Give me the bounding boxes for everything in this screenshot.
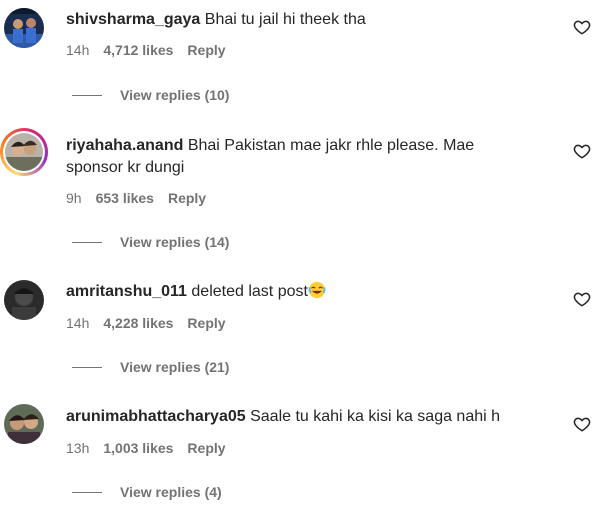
comment-username[interactable]: riyahaha.anand: [66, 137, 183, 154]
comment-likes[interactable]: 4,228 likes: [103, 315, 173, 331]
reply-button[interactable]: Reply: [168, 190, 206, 206]
view-replies-button[interactable]: View replies (4): [72, 484, 222, 500]
comment-likes[interactable]: 4,712 likes: [103, 42, 173, 58]
comment-time: 13h: [66, 440, 90, 456]
comment-text: amritanshu_011 deleted last post: [66, 281, 526, 303]
avatar-image: [5, 133, 43, 171]
reply-button[interactable]: Reply: [187, 42, 225, 58]
comment-meta: 14h 4,228 likes Reply: [66, 315, 240, 331]
view-replies-label: View replies (10): [120, 87, 230, 103]
comment-meta: 14h 4,712 likes Reply: [66, 42, 240, 58]
comment-meta: 9h 653 likes Reply: [66, 190, 220, 206]
avatar[interactable]: [4, 280, 44, 320]
heart-outline-icon[interactable]: [573, 415, 591, 433]
reply-button[interactable]: Reply: [187, 315, 225, 331]
view-replies-button[interactable]: View replies (14): [72, 234, 229, 250]
comment-time: 9h: [66, 190, 82, 206]
heart-outline-icon[interactable]: [573, 18, 591, 36]
view-replies-label: View replies (21): [120, 359, 230, 375]
comment-body: Saale tu kahi ka kisi ka saga nahi h: [250, 408, 501, 425]
comment-likes[interactable]: 653 likes: [96, 190, 154, 206]
avatar[interactable]: [4, 404, 44, 444]
comment-username[interactable]: arunimabhattacharya05: [66, 408, 246, 425]
view-replies-button[interactable]: View replies (10): [72, 87, 229, 103]
comment-body: deleted last post: [191, 283, 308, 300]
divider-line: [72, 241, 102, 243]
view-replies-label: View replies (4): [120, 484, 222, 500]
comment-text: shivsharma_gaya Bhai tu jail hi theek th…: [66, 9, 526, 31]
heart-outline-icon[interactable]: [573, 142, 591, 160]
comment-time: 14h: [66, 42, 90, 58]
view-replies-label: View replies (14): [120, 234, 230, 250]
comment-body: Bhai tu jail hi theek tha: [204, 11, 366, 28]
comment-meta: 13h 1,003 likes Reply: [66, 440, 240, 456]
divider-line: [72, 94, 102, 96]
divider-line: [72, 366, 102, 368]
heart-outline-icon[interactable]: [573, 290, 591, 308]
laughing-emoji-icon: [308, 281, 326, 299]
story-ring: [3, 131, 45, 173]
comment-username[interactable]: amritanshu_011: [66, 283, 187, 300]
view-replies-button[interactable]: View replies (21): [72, 359, 229, 375]
comment-text: arunimabhattacharya05 Saale tu kahi ka k…: [66, 406, 526, 428]
reply-button[interactable]: Reply: [187, 440, 225, 456]
comment-time: 14h: [66, 315, 90, 331]
comment-text: riyahaha.anand Bhai Pakistan mae jakr rh…: [66, 135, 526, 179]
divider-line: [72, 491, 102, 493]
comment-likes[interactable]: 1,003 likes: [103, 440, 173, 456]
avatar[interactable]: [4, 8, 44, 48]
comment-username[interactable]: shivsharma_gaya: [66, 11, 200, 28]
avatar[interactable]: [0, 128, 48, 176]
